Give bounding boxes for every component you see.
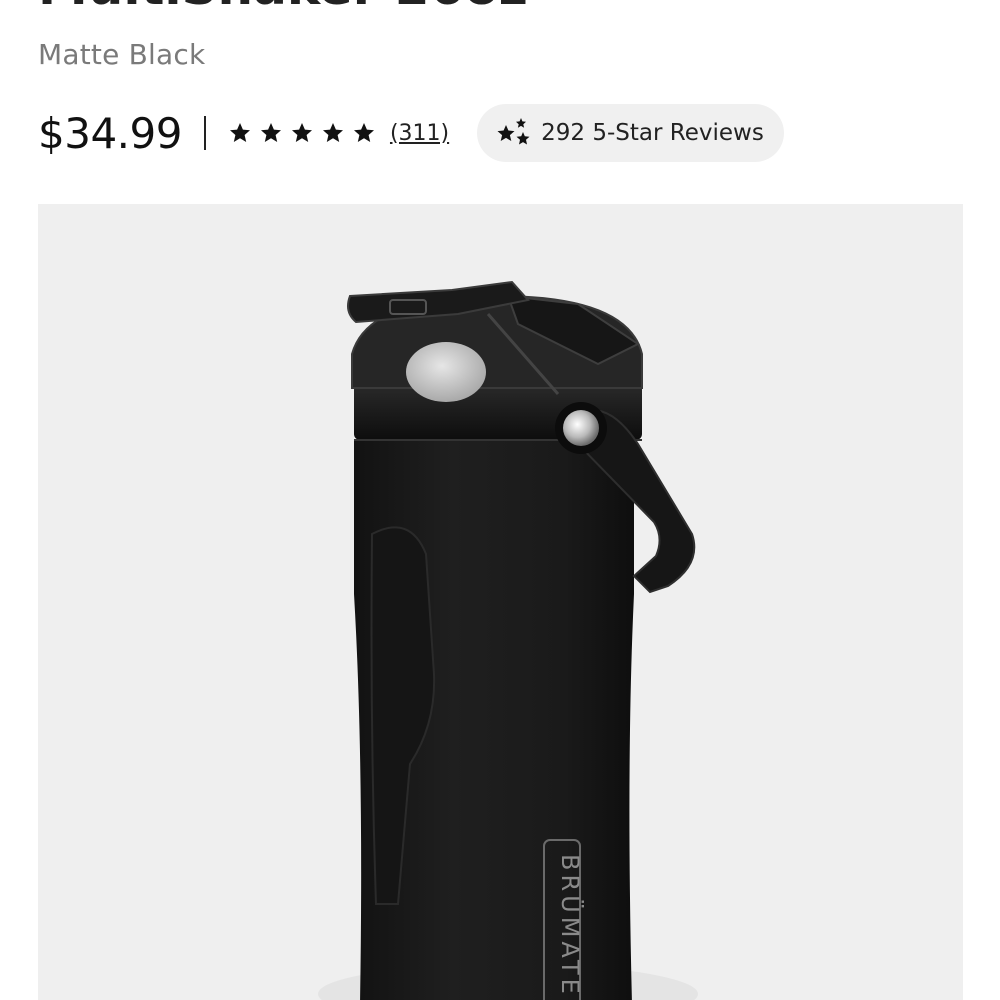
agitator-ball	[406, 342, 486, 402]
variant-label: Matte Black	[38, 38, 206, 71]
star-icon	[260, 123, 281, 142]
star-icon	[353, 123, 374, 142]
handle-pin	[563, 410, 599, 446]
badge-label: 292 5-Star Reviews	[541, 120, 764, 146]
star-rating[interactable]	[228, 121, 376, 145]
review-count-link[interactable]: (311)	[390, 121, 449, 146]
star-icon	[322, 123, 343, 142]
divider	[203, 116, 206, 150]
five-star-reviews-badge[interactable]: 292 5-Star Reviews	[477, 104, 784, 162]
star-icon	[291, 123, 312, 142]
price-row: $34.99 (311) 292 5-Star Reviews	[38, 102, 784, 164]
product-image: BRÜMATE	[318, 280, 698, 1000]
product-image-gallery[interactable]: BRÜMATE	[38, 204, 963, 1000]
brand-mark: BRÜMATE	[556, 854, 585, 998]
sparkle-stars-icon	[497, 118, 530, 145]
product-title: MultiShaker 26oz	[38, 0, 528, 16]
product-page: MultiShaker 26oz Matte Black $34.99 (311…	[0, 0, 1000, 1000]
price: $34.99	[38, 108, 182, 158]
star-icon	[229, 123, 250, 142]
